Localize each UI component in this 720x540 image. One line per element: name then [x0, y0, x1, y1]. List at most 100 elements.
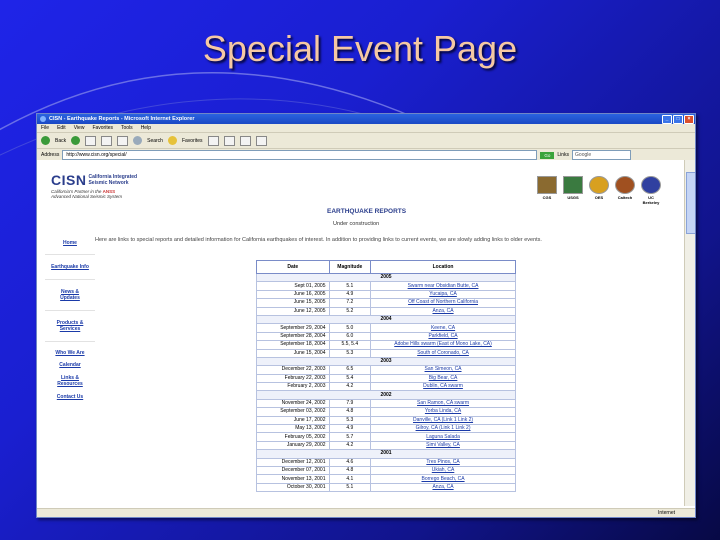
partner-usgs[interactable]: USGS — [563, 176, 583, 205]
menu-view[interactable]: View — [74, 125, 85, 131]
address-input[interactable]: http://www.cisn.org/special/ — [62, 150, 538, 160]
history-icon[interactable] — [207, 135, 219, 146]
event-magnitude: 4.9 — [328, 289, 372, 300]
table-row: November 13, 2001 4.1 Borrego Beach, CA — [256, 474, 516, 484]
partner-oes[interactable]: OES — [589, 176, 609, 205]
vertical-scrollbar[interactable] — [684, 160, 695, 506]
event-location-link[interactable]: Swarm near Obsidian Butte, CA — [370, 281, 516, 291]
toolbar: Back Search Favorites — [37, 133, 695, 149]
home-icon[interactable] — [117, 135, 129, 146]
event-magnitude: 7.2 — [328, 298, 372, 308]
event-date: December 22, 2003 — [256, 365, 330, 375]
col-date: Date — [256, 260, 330, 274]
usgs-logo-icon — [563, 176, 583, 194]
event-location-link[interactable]: Ukiah, CA — [370, 465, 516, 476]
close-button[interactable]: × — [684, 114, 694, 124]
table-row: January 29, 2002 4.2 Simi Valley, CA — [256, 440, 516, 451]
nav-earthquake-info[interactable]: Earthquake Info — [45, 255, 95, 280]
event-location-link[interactable]: Off Coast of Northern California — [370, 298, 516, 308]
event-location-link[interactable]: Anza, CA — [370, 482, 516, 493]
cisn-logo[interactable]: CISN California Integrated Seismic Network… — [51, 172, 171, 199]
table-row: February 05, 2002 5.7 Laguna Salada — [256, 432, 516, 442]
table-row: November 24, 2002 7.9 San Ramon, CA swarm — [256, 398, 516, 409]
table-row: June 12, 2005 5.2 Anza, CA — [256, 306, 516, 316]
table-row: October 30, 2001 5.1 Anza, CA — [256, 482, 516, 493]
partner-ucberkeley[interactable]: UC Berkeley — [641, 176, 661, 205]
menu-favorites[interactable]: Favorites — [92, 125, 113, 131]
nav-contact-us[interactable]: Contact Us — [45, 391, 95, 403]
event-location-link[interactable]: Simi Valley, CA — [370, 440, 516, 451]
year-header: 2004 — [256, 314, 516, 325]
ie-icon — [40, 116, 46, 122]
maximize-button[interactable]: □ — [673, 114, 683, 124]
search-icon[interactable] — [133, 136, 143, 145]
back-button-label[interactable]: Back — [55, 138, 66, 144]
nav-who-we-are[interactable]: Who We Are — [45, 342, 95, 359]
event-location-link[interactable]: San Simeon, CA — [370, 365, 516, 375]
stop-icon[interactable] — [85, 135, 97, 146]
event-date: September 29, 2004 — [256, 323, 330, 333]
partner-label: USGS — [567, 195, 579, 200]
forward-arrow-icon[interactable] — [71, 136, 81, 145]
event-location-link[interactable]: San Ramon, CA swarm — [370, 398, 516, 409]
back-arrow-icon[interactable] — [41, 136, 50, 145]
google-search-box[interactable]: Google — [572, 150, 632, 160]
refresh-icon[interactable] — [101, 135, 113, 146]
event-location-link[interactable]: Laguna Salada — [370, 432, 516, 442]
menu-file[interactable]: File — [41, 125, 49, 131]
event-magnitude: 7.9 — [328, 398, 372, 409]
menu-edit[interactable]: Edit — [57, 125, 66, 131]
table-row: June 15, 2005 7.2 Off Coast of Northern Ca… — [256, 298, 516, 308]
nav-news-updates[interactable]: News & Updates — [45, 280, 95, 311]
scroll-thumb[interactable] — [686, 172, 695, 234]
event-location-link[interactable]: Anza, CA — [370, 306, 516, 316]
year-header: 2002 — [256, 390, 516, 400]
event-location-link[interactable]: Tres Pinos, CA — [370, 457, 516, 468]
favorites-button-label[interactable]: Favorites — [182, 138, 203, 144]
event-location-link[interactable]: Keene, CA — [370, 323, 516, 333]
nav-links-resources[interactable]: Links & Resources — [45, 371, 95, 391]
table-row: December 12, 2001 4.6 Tres Pinos, CA — [256, 457, 516, 468]
nav-calendar[interactable]: Calendar — [45, 359, 95, 371]
partner-label: UC Berkeley — [642, 195, 660, 205]
event-date: June 15, 2005 — [256, 298, 330, 308]
table-row: September 28, 2004 6.0 Parkfield, CA — [256, 331, 516, 342]
links-label[interactable]: Links — [557, 152, 569, 158]
menu-help[interactable]: Help — [141, 125, 151, 131]
event-location-link[interactable]: South of Coronado, CA — [370, 348, 516, 358]
nav-home[interactable]: Home — [45, 232, 95, 255]
go-button[interactable]: Go — [540, 151, 555, 159]
event-location-link[interactable]: Parkfield, CA — [370, 331, 516, 342]
search-button-label[interactable]: Search — [147, 138, 163, 144]
event-location-link[interactable]: Dublin, CA swarm — [370, 382, 516, 392]
cgs-logo-icon — [537, 176, 557, 194]
event-magnitude: 4.6 — [328, 457, 372, 468]
minimize-button[interactable]: _ — [662, 114, 672, 124]
partner-caltech[interactable]: Caltech — [615, 176, 635, 205]
year-header: 2005 — [256, 272, 516, 283]
nav-products-services[interactable]: Products & Services — [45, 311, 95, 342]
event-location-link[interactable]: Yorba Linda, CA — [370, 407, 516, 417]
favorites-star-icon[interactable] — [167, 136, 177, 145]
menu-tools[interactable]: Tools — [121, 125, 133, 131]
print-icon[interactable] — [239, 135, 251, 146]
event-location-link[interactable]: Adobe Hills swarm (East of Mono Lake, CA… — [370, 340, 516, 350]
event-location-link[interactable]: Danville, CA (Link 1 Link 2) — [370, 415, 516, 426]
event-date: November 24, 2002 — [256, 398, 330, 409]
partner-cgs[interactable]: CGS — [537, 176, 557, 205]
table-row: May 13, 2002 4.9 Gilroy, CA (Link 1 Link 2… — [256, 424, 516, 434]
status-zone: Internet — [658, 510, 675, 516]
event-location-link[interactable]: Borrego Beach, CA — [370, 474, 516, 484]
edit-icon[interactable] — [255, 135, 267, 146]
mail-icon[interactable] — [223, 135, 235, 146]
event-date: February 22, 2003 — [256, 373, 330, 384]
event-location-link[interactable]: Gilroy, CA (Link 1 Link 2) — [370, 424, 516, 434]
event-date: January 29, 2002 — [256, 440, 330, 451]
event-date: May 13, 2002 — [256, 424, 330, 434]
event-location-link[interactable]: Yucaipa, CA — [370, 289, 516, 300]
table-row: December 22, 2003 6.5 San Simeon, CA — [256, 365, 516, 375]
table-row: June 15, 2004 5.3 South of Coronado, CA — [256, 348, 516, 358]
event-magnitude: 5.3 — [328, 348, 372, 358]
event-magnitude: 5.1 — [328, 482, 372, 493]
event-location-link[interactable]: Big Bear, CA — [370, 373, 516, 384]
